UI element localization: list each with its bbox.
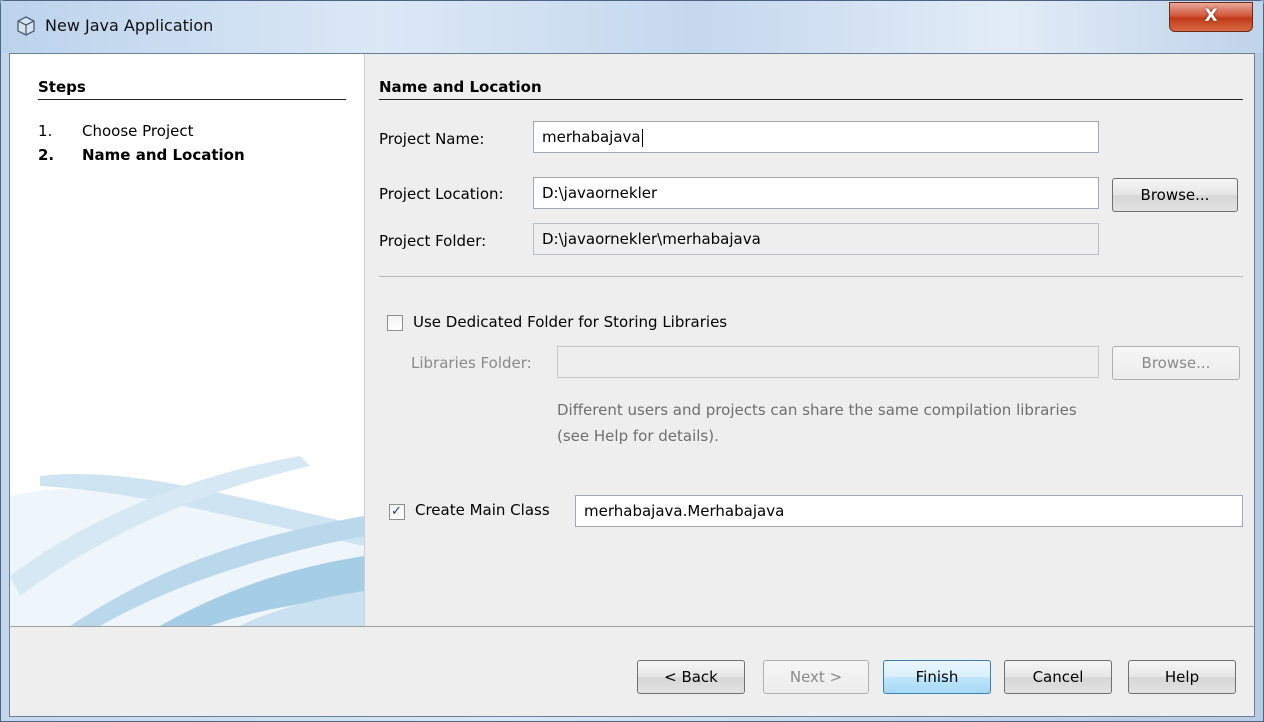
- step-number: 2.: [38, 146, 55, 164]
- checkmark-icon: ✓: [391, 504, 402, 519]
- section-heading: Name and Location: [379, 78, 542, 96]
- project-folder-field: D:\javaornekler\merhabajava: [533, 223, 1099, 255]
- button-bar: < Back Next > Finish Cancel Help: [10, 626, 1254, 716]
- main-class-input[interactable]: merhabajava.Merhabajava: [575, 495, 1243, 527]
- title-bar[interactable]: New Java Application X: [1, 1, 1263, 53]
- dedicated-folder-label[interactable]: Use Dedicated Folder for Storing Librari…: [413, 313, 727, 331]
- project-name-label: Project Name:: [379, 130, 485, 148]
- project-name-value: merhabajava: [542, 128, 641, 146]
- steps-heading: Steps: [38, 78, 86, 96]
- steps-panel: Steps 1. Choose Project 2. Name and Locati…: [10, 54, 364, 626]
- project-folder-label: Project Folder:: [379, 232, 487, 250]
- project-location-label: Project Location:: [379, 185, 504, 203]
- java-project-icon: [17, 16, 35, 36]
- create-main-class-label[interactable]: Create Main Class: [415, 501, 550, 519]
- project-location-input[interactable]: D:\javaornekler: [533, 177, 1099, 209]
- window-title: New Java Application: [45, 16, 214, 35]
- project-name-input[interactable]: merhabajava: [533, 121, 1099, 153]
- dedicated-folder-checkbox[interactable]: [387, 315, 403, 331]
- dialog-window: New Java Application X Steps 1. Choose Pr…: [0, 0, 1264, 722]
- browse-libraries-button[interactable]: Browse...: [1112, 346, 1240, 380]
- name-location-panel: Name and Location Project Name: merhabaj…: [364, 54, 1254, 626]
- step-number: 1.: [38, 122, 53, 140]
- steps-divider: [38, 99, 346, 100]
- step-label: Choose Project: [82, 122, 194, 140]
- libraries-hint: Different users and projects can share t…: [557, 401, 1077, 445]
- create-main-class-checkbox[interactable]: ✓: [389, 504, 405, 520]
- step-label: Name and Location: [82, 146, 245, 164]
- close-button[interactable]: X: [1169, 2, 1253, 32]
- step-choose-project: 1. Choose Project: [38, 122, 193, 140]
- browse-location-button[interactable]: Browse...: [1112, 178, 1238, 212]
- text-caret: [641, 128, 643, 147]
- libraries-folder-input[interactable]: [557, 346, 1099, 378]
- dialog-client: Steps 1. Choose Project 2. Name and Locati…: [9, 53, 1255, 717]
- step-name-and-location: 2. Name and Location: [38, 146, 245, 164]
- back-button[interactable]: < Back: [637, 660, 745, 694]
- next-button[interactable]: Next >: [763, 660, 869, 694]
- close-icon: X: [1204, 6, 1218, 26]
- cancel-button[interactable]: Cancel: [1004, 660, 1112, 694]
- finish-button[interactable]: Finish: [883, 660, 991, 694]
- netbeans-swoosh-graphic: [10, 456, 364, 626]
- form-separator: [379, 276, 1243, 277]
- libraries-folder-label: Libraries Folder:: [411, 354, 532, 372]
- help-button[interactable]: Help: [1128, 660, 1236, 694]
- section-divider: [379, 99, 1243, 100]
